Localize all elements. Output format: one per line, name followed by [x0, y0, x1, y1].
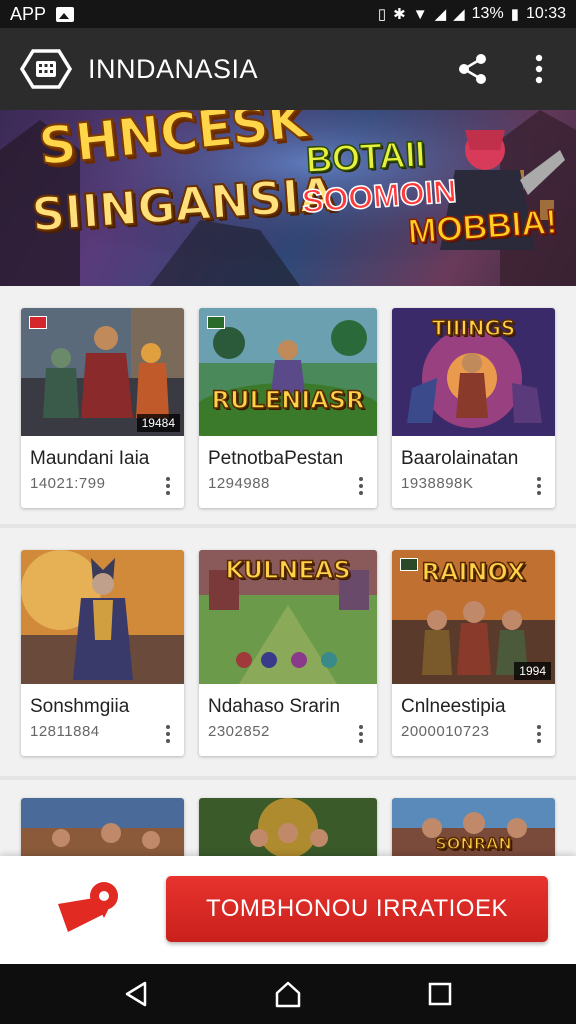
game-meta: 2302852: [208, 723, 270, 740]
status-bar: APP ▯ ✱ ▼ ◢ ◢ 13% ▮ 10:33: [0, 0, 576, 28]
card-more-icon[interactable]: [529, 474, 549, 498]
banner-sub-1: BOTAII: [304, 132, 427, 181]
recents-icon: [428, 982, 452, 1006]
nav-recents-button[interactable]: [420, 974, 460, 1014]
game-title: Baarolainatan: [401, 448, 519, 469]
card-more-icon[interactable]: [351, 722, 371, 746]
cta-button[interactable]: TOMBHONOU IRRATIOEK: [166, 876, 548, 942]
game-card[interactable]: TIIINGS Baarolainatan 1938898K: [392, 308, 555, 508]
game-card[interactable]: RAINOX 1994 Cnlneestipia 2000010723: [392, 550, 555, 756]
game-meta: 2000010723: [401, 723, 490, 740]
game-meta: 12811884: [30, 723, 100, 740]
status-app-label: APP: [10, 3, 47, 24]
game-meta: 1938898K: [401, 475, 474, 492]
game-meta: 1294988: [208, 475, 270, 492]
share-icon: [459, 54, 486, 84]
share-button[interactable]: [456, 52, 490, 86]
thumbnail-logo-text: SONRAN: [434, 833, 512, 854]
home-icon: [275, 981, 301, 1008]
system-nav-bar: [0, 964, 576, 1024]
location-pin-icon[interactable]: [54, 876, 124, 936]
battery-percent: 13%: [471, 5, 504, 22]
signal-icon: ◢: [434, 6, 447, 23]
clock: 10:33: [525, 5, 566, 22]
game-thumbnail: RULENIASR: [199, 308, 377, 436]
card-more-icon[interactable]: [158, 474, 178, 498]
thumbnail-tag: 1994: [514, 662, 551, 680]
game-grid: 19484 Maundani Iaia 14021:799 RULENIASR: [0, 286, 576, 856]
game-thumbnail: SONRAN: [392, 798, 555, 856]
game-card[interactable]: 19484 Maundani Iaia 14021:799: [21, 308, 184, 508]
game-thumbnail: KULNEAS: [199, 550, 377, 684]
game-thumbnail: [21, 550, 184, 684]
game-thumbnail: [21, 798, 184, 856]
game-meta: 14021:799: [30, 475, 106, 492]
card-more-icon[interactable]: [158, 722, 178, 746]
wifi-icon: ▼: [412, 5, 428, 23]
game-card[interactable]: KULNEAS Ndahaso Srarin 2302852: [199, 550, 377, 756]
game-thumbnail: [199, 798, 377, 856]
thumbnail-logo-text: TIIINGS: [431, 315, 516, 341]
nav-home-button[interactable]: [268, 974, 308, 1014]
image-notification-icon: [56, 6, 75, 22]
row-divider: [0, 776, 576, 780]
badge-icon: [207, 316, 225, 329]
nav-back-button[interactable]: [116, 974, 156, 1014]
thumbnail-logo-text: RULENIASR: [211, 385, 366, 415]
game-card[interactable]: RULENIASR PetnotbaPestan 1294988: [199, 308, 377, 508]
game-card[interactable]: Sonshmgiia 12811884: [21, 550, 184, 756]
row-divider: [0, 524, 576, 528]
game-thumbnail: TIIINGS: [392, 308, 555, 436]
back-icon: [125, 981, 147, 1007]
card-more-icon[interactable]: [351, 474, 371, 498]
game-title: Sonshmgiia: [30, 696, 130, 717]
battery-icon: ▮: [510, 6, 519, 23]
app-logo-icon[interactable]: [20, 49, 72, 89]
game-title: PetnotbaPestan: [208, 448, 344, 469]
game-title: Ndahaso Srarin: [208, 696, 341, 717]
app-bar: INNDANASIA: [0, 28, 576, 110]
vibrate-icon: ▯: [377, 6, 387, 23]
signal-2-icon: ◢: [453, 6, 465, 23]
game-thumbnail: RAINOX 1994: [392, 550, 555, 684]
card-more-icon[interactable]: [529, 722, 549, 746]
promo-banner[interactable]: SHNCESK SIINGANSIA BOTAII SOOMOIN MOBBIA…: [0, 110, 576, 286]
thumbnail-logo-text: KULNEAS: [225, 555, 352, 585]
game-title: Cnlneestipia: [401, 696, 506, 717]
thumbnail-tag: 19484: [136, 414, 180, 432]
game-card[interactable]: [21, 798, 184, 856]
bluetooth-icon: ✱: [393, 6, 406, 23]
game-title: Maundani Iaia: [30, 448, 150, 469]
overflow-menu-button[interactable]: [522, 52, 556, 86]
app-title: INNDANASIA: [88, 53, 259, 84]
game-card[interactable]: [199, 798, 377, 856]
badge-icon: [29, 316, 47, 329]
badge-icon: [400, 558, 418, 571]
game-card[interactable]: SONRAN: [392, 798, 555, 856]
more-vert-icon: [535, 54, 543, 84]
game-thumbnail: 19484: [21, 308, 184, 436]
